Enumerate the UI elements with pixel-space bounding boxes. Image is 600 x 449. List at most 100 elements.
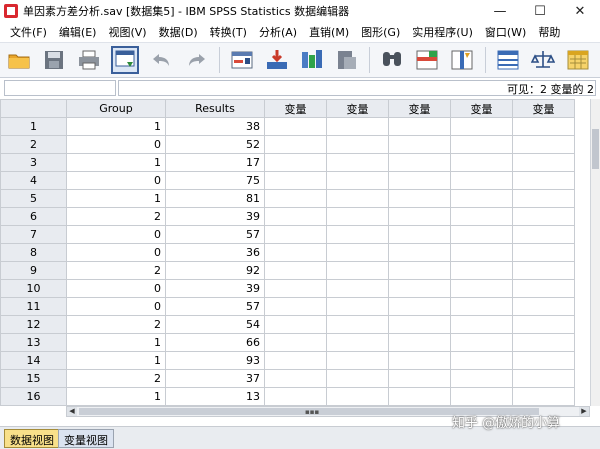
cell-group[interactable]: 2 bbox=[66, 207, 166, 226]
cell-empty[interactable] bbox=[450, 369, 513, 388]
cell-results[interactable]: 37 bbox=[165, 369, 265, 388]
cell-group[interactable]: 1 bbox=[66, 351, 166, 370]
cell-empty[interactable] bbox=[450, 225, 513, 244]
row-header[interactable]: 6 bbox=[0, 207, 67, 226]
cell-empty[interactable] bbox=[326, 279, 389, 298]
cell-group[interactable]: 2 bbox=[66, 261, 166, 280]
vertical-scroll-thumb[interactable] bbox=[592, 129, 599, 169]
weight-cases-icon[interactable] bbox=[530, 46, 556, 74]
cell-empty[interactable] bbox=[326, 351, 389, 370]
cell-empty[interactable] bbox=[450, 297, 513, 316]
cell-empty[interactable] bbox=[450, 243, 513, 262]
cell-empty[interactable] bbox=[264, 387, 327, 406]
row-header[interactable]: 2 bbox=[0, 135, 67, 154]
cell-empty[interactable] bbox=[326, 189, 389, 208]
cell-results[interactable]: 17 bbox=[165, 153, 265, 172]
find-icon[interactable] bbox=[379, 46, 405, 74]
cell-empty[interactable] bbox=[326, 369, 389, 388]
row-header[interactable]: 16 bbox=[0, 387, 67, 406]
cell-empty[interactable] bbox=[388, 315, 451, 334]
cell-results[interactable]: 36 bbox=[165, 243, 265, 262]
cell-empty[interactable] bbox=[450, 207, 513, 226]
cell-empty[interactable] bbox=[512, 369, 575, 388]
cell-empty[interactable] bbox=[388, 333, 451, 352]
cell-empty[interactable] bbox=[450, 279, 513, 298]
variables-icon[interactable] bbox=[299, 46, 325, 74]
cell-results[interactable]: 13 bbox=[165, 387, 265, 406]
menu-analyze[interactable]: 分析(A) bbox=[253, 24, 303, 40]
cell-empty[interactable] bbox=[264, 189, 327, 208]
menu-graphs[interactable]: 图形(G) bbox=[355, 24, 406, 40]
cell-results[interactable]: 92 bbox=[165, 261, 265, 280]
cell-empty[interactable] bbox=[512, 243, 575, 262]
cell-empty[interactable] bbox=[326, 153, 389, 172]
cell-empty[interactable] bbox=[512, 333, 575, 352]
cell-empty[interactable] bbox=[264, 351, 327, 370]
goto-case-icon[interactable] bbox=[229, 46, 255, 74]
cell-empty[interactable] bbox=[326, 225, 389, 244]
insert-cases-icon[interactable] bbox=[414, 46, 440, 74]
maximize-button[interactable]: ☐ bbox=[520, 0, 560, 22]
open-folder-icon[interactable] bbox=[6, 46, 32, 74]
cell-empty[interactable] bbox=[264, 117, 327, 136]
cell-empty[interactable] bbox=[388, 369, 451, 388]
cell-empty[interactable] bbox=[388, 243, 451, 262]
cell-empty[interactable] bbox=[264, 279, 327, 298]
cell-empty[interactable] bbox=[512, 153, 575, 172]
column-header-var[interactable]: 变量 bbox=[264, 99, 327, 118]
row-header[interactable]: 11 bbox=[0, 297, 67, 316]
cell-group[interactable]: 0 bbox=[66, 225, 166, 244]
cell-results[interactable]: 38 bbox=[165, 117, 265, 136]
menu-utilities[interactable]: 实用程序(U) bbox=[406, 24, 479, 40]
cell-group[interactable]: 1 bbox=[66, 387, 166, 406]
cell-empty[interactable] bbox=[512, 135, 575, 154]
cell-empty[interactable] bbox=[388, 225, 451, 244]
column-header-group[interactable]: Group bbox=[66, 99, 166, 118]
cell-results[interactable]: 39 bbox=[165, 279, 265, 298]
cell-empty[interactable] bbox=[326, 243, 389, 262]
cell-results[interactable]: 52 bbox=[165, 135, 265, 154]
row-header[interactable]: 14 bbox=[0, 351, 67, 370]
cell-empty[interactable] bbox=[326, 135, 389, 154]
column-header-var[interactable]: 变量 bbox=[326, 99, 389, 118]
cell-results[interactable]: 57 bbox=[165, 297, 265, 316]
cell-empty[interactable] bbox=[512, 351, 575, 370]
cell-results[interactable]: 54 bbox=[165, 315, 265, 334]
menu-view[interactable]: 视图(V) bbox=[102, 24, 152, 40]
cell-empty[interactable] bbox=[388, 297, 451, 316]
column-header-var[interactable]: 变量 bbox=[450, 99, 513, 118]
cell-empty[interactable] bbox=[450, 387, 513, 406]
row-header[interactable]: 5 bbox=[0, 189, 67, 208]
close-button[interactable]: ✕ bbox=[560, 0, 600, 22]
cell-empty[interactable] bbox=[264, 333, 327, 352]
select-cases-icon[interactable] bbox=[565, 46, 591, 74]
cell-empty[interactable] bbox=[264, 243, 327, 262]
menu-help[interactable]: 帮助 bbox=[532, 24, 566, 40]
row-header[interactable]: 4 bbox=[0, 171, 67, 190]
minimize-button[interactable]: — bbox=[480, 0, 520, 22]
cell-empty[interactable] bbox=[450, 135, 513, 154]
cell-empty[interactable] bbox=[326, 387, 389, 406]
cell-empty[interactable] bbox=[450, 189, 513, 208]
cell-empty[interactable] bbox=[326, 171, 389, 190]
cell-empty[interactable] bbox=[512, 387, 575, 406]
cell-empty[interactable] bbox=[264, 171, 327, 190]
cell-group[interactable]: 0 bbox=[66, 171, 166, 190]
print-icon[interactable] bbox=[76, 46, 102, 74]
cell-empty[interactable] bbox=[264, 261, 327, 280]
redo-icon[interactable] bbox=[184, 46, 210, 74]
cell-empty[interactable] bbox=[388, 171, 451, 190]
row-header[interactable]: 15 bbox=[0, 369, 67, 388]
cell-results[interactable]: 81 bbox=[165, 189, 265, 208]
column-header-var[interactable]: 变量 bbox=[388, 99, 451, 118]
cell-group[interactable]: 1 bbox=[66, 117, 166, 136]
row-header[interactable]: 12 bbox=[0, 315, 67, 334]
cell-empty[interactable] bbox=[512, 315, 575, 334]
cell-empty[interactable] bbox=[326, 261, 389, 280]
cell-empty[interactable] bbox=[326, 333, 389, 352]
cell-empty[interactable] bbox=[388, 279, 451, 298]
tab-data-view[interactable]: 数据视图 bbox=[4, 429, 60, 448]
cell-empty[interactable] bbox=[450, 171, 513, 190]
cell-empty[interactable] bbox=[388, 387, 451, 406]
cell-empty[interactable] bbox=[326, 297, 389, 316]
